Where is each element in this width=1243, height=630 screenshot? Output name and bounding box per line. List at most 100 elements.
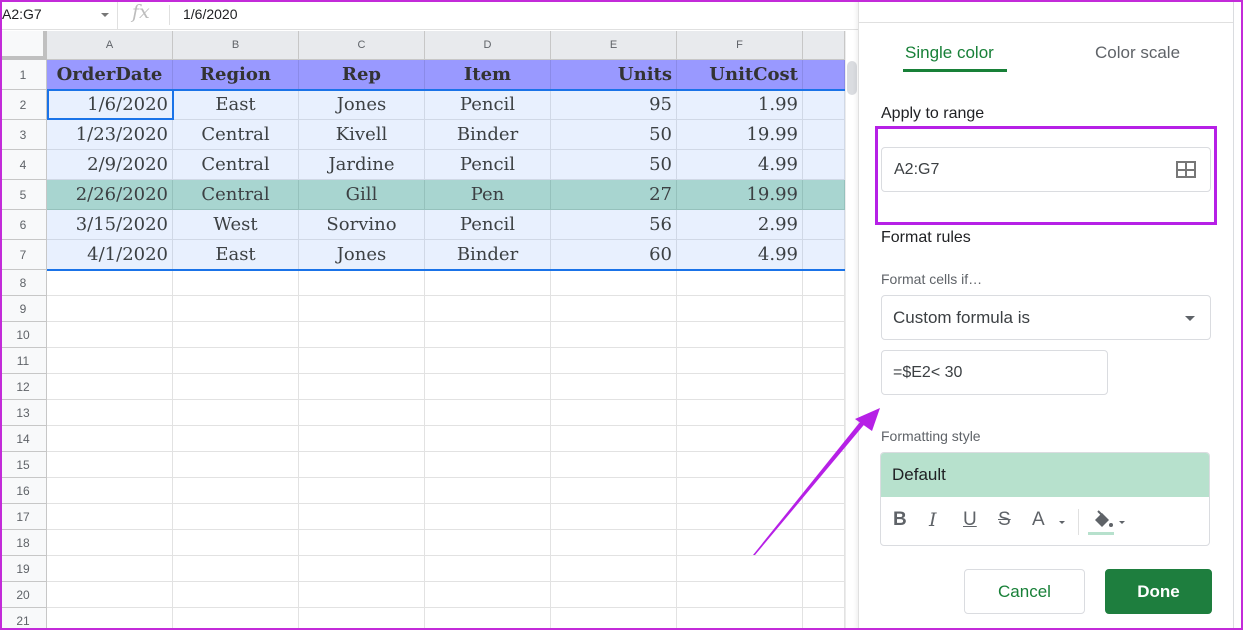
empty-cell[interactable]: [299, 582, 425, 608]
data-cell[interactable]: Pencil: [425, 210, 551, 240]
fill-color-icon[interactable]: [1089, 509, 1115, 533]
empty-cell[interactable]: [425, 322, 551, 348]
row-header[interactable]: 10: [0, 322, 47, 348]
empty-cell[interactable]: [47, 426, 173, 452]
empty-cell[interactable]: [677, 400, 803, 426]
empty-cell[interactable]: [551, 452, 677, 478]
tab-color-scale[interactable]: Color scale: [1095, 43, 1180, 63]
empty-cell[interactable]: [47, 504, 173, 530]
column-header[interactable]: A: [47, 31, 173, 60]
empty-cell[interactable]: [47, 296, 173, 322]
row-header[interactable]: 9: [0, 296, 47, 322]
empty-cell[interactable]: [551, 478, 677, 504]
data-cell[interactable]: East: [173, 90, 299, 120]
empty-cell[interactable]: [299, 374, 425, 400]
tab-single-color[interactable]: Single color: [905, 43, 994, 63]
data-cell[interactable]: [803, 90, 845, 120]
empty-cell[interactable]: [551, 322, 677, 348]
header-cell[interactable]: Region: [173, 60, 299, 90]
row-header[interactable]: 18: [0, 530, 47, 556]
row-header[interactable]: 5: [0, 180, 47, 210]
data-cell[interactable]: Central: [173, 180, 299, 210]
bold-button[interactable]: B: [893, 510, 907, 530]
done-button[interactable]: Done: [1105, 569, 1212, 614]
data-cell[interactable]: [803, 210, 845, 240]
data-cell[interactable]: 56: [551, 210, 677, 240]
empty-cell[interactable]: [803, 426, 845, 452]
empty-cell[interactable]: [47, 608, 173, 630]
data-cell[interactable]: [803, 120, 845, 150]
row-header[interactable]: 19: [0, 556, 47, 582]
data-cell[interactable]: Jones: [299, 240, 425, 270]
empty-cell[interactable]: [677, 270, 803, 296]
empty-cell[interactable]: [551, 296, 677, 322]
row-header[interactable]: 21: [0, 608, 47, 630]
empty-cell[interactable]: [551, 400, 677, 426]
fill-color-dropdown-icon[interactable]: [1119, 521, 1125, 524]
data-cell[interactable]: [803, 150, 845, 180]
data-cell[interactable]: Central: [173, 150, 299, 180]
data-cell[interactable]: 1/23/2020: [47, 120, 173, 150]
column-header[interactable]: F: [677, 31, 803, 60]
row-header[interactable]: 3: [0, 120, 47, 150]
empty-cell[interactable]: [677, 322, 803, 348]
empty-cell[interactable]: [47, 348, 173, 374]
data-cell[interactable]: Central: [173, 120, 299, 150]
empty-cell[interactable]: [173, 400, 299, 426]
data-cell[interactable]: Binder: [425, 240, 551, 270]
data-cell[interactable]: Pencil: [425, 150, 551, 180]
empty-cell[interactable]: [47, 452, 173, 478]
empty-cell[interactable]: [551, 582, 677, 608]
empty-cell[interactable]: [803, 322, 845, 348]
data-cell[interactable]: 95: [551, 90, 677, 120]
empty-cell[interactable]: [425, 296, 551, 322]
empty-cell[interactable]: [425, 582, 551, 608]
empty-cell[interactable]: [299, 400, 425, 426]
empty-cell[interactable]: [425, 556, 551, 582]
row-header[interactable]: 14: [0, 426, 47, 452]
data-cell[interactable]: Pen: [425, 180, 551, 210]
empty-cell[interactable]: [677, 530, 803, 556]
header-cell[interactable]: Units: [551, 60, 677, 90]
data-cell[interactable]: [803, 180, 845, 210]
row-header[interactable]: 20: [0, 582, 47, 608]
strikethrough-button[interactable]: S: [998, 510, 1011, 530]
column-header[interactable]: E: [551, 31, 677, 60]
empty-cell[interactable]: [551, 530, 677, 556]
empty-cell[interactable]: [803, 374, 845, 400]
empty-cell[interactable]: [677, 478, 803, 504]
column-header[interactable]: [803, 31, 845, 60]
empty-cell[interactable]: [299, 452, 425, 478]
empty-cell[interactable]: [803, 478, 845, 504]
empty-cell[interactable]: [803, 296, 845, 322]
empty-cell[interactable]: [47, 374, 173, 400]
empty-cell[interactable]: [47, 400, 173, 426]
data-cell[interactable]: Binder: [425, 120, 551, 150]
select-all-corner[interactable]: [0, 31, 47, 60]
data-cell[interactable]: Sorvino: [299, 210, 425, 240]
name-box-dropdown-icon[interactable]: [101, 13, 109, 17]
empty-cell[interactable]: [551, 374, 677, 400]
empty-cell[interactable]: [173, 296, 299, 322]
underline-button[interactable]: U: [963, 510, 977, 530]
empty-cell[interactable]: [425, 608, 551, 630]
data-cell[interactable]: 2/9/2020: [47, 150, 173, 180]
empty-cell[interactable]: [425, 530, 551, 556]
row-header[interactable]: 2: [0, 90, 47, 120]
empty-cell[interactable]: [425, 374, 551, 400]
empty-cell[interactable]: [47, 556, 173, 582]
empty-cell[interactable]: [803, 400, 845, 426]
data-cell[interactable]: 4.99: [677, 240, 803, 270]
empty-cell[interactable]: [551, 426, 677, 452]
empty-cell[interactable]: [677, 582, 803, 608]
empty-cell[interactable]: [173, 374, 299, 400]
empty-cell[interactable]: [299, 270, 425, 296]
empty-cell[interactable]: [299, 608, 425, 630]
empty-cell[interactable]: [299, 348, 425, 374]
data-cell[interactable]: West: [173, 210, 299, 240]
header-cell[interactable]: OrderDate: [47, 60, 173, 90]
empty-cell[interactable]: [803, 530, 845, 556]
empty-cell[interactable]: [425, 348, 551, 374]
name-box[interactable]: A2:G7: [0, 0, 118, 30]
row-header[interactable]: 16: [0, 478, 47, 504]
